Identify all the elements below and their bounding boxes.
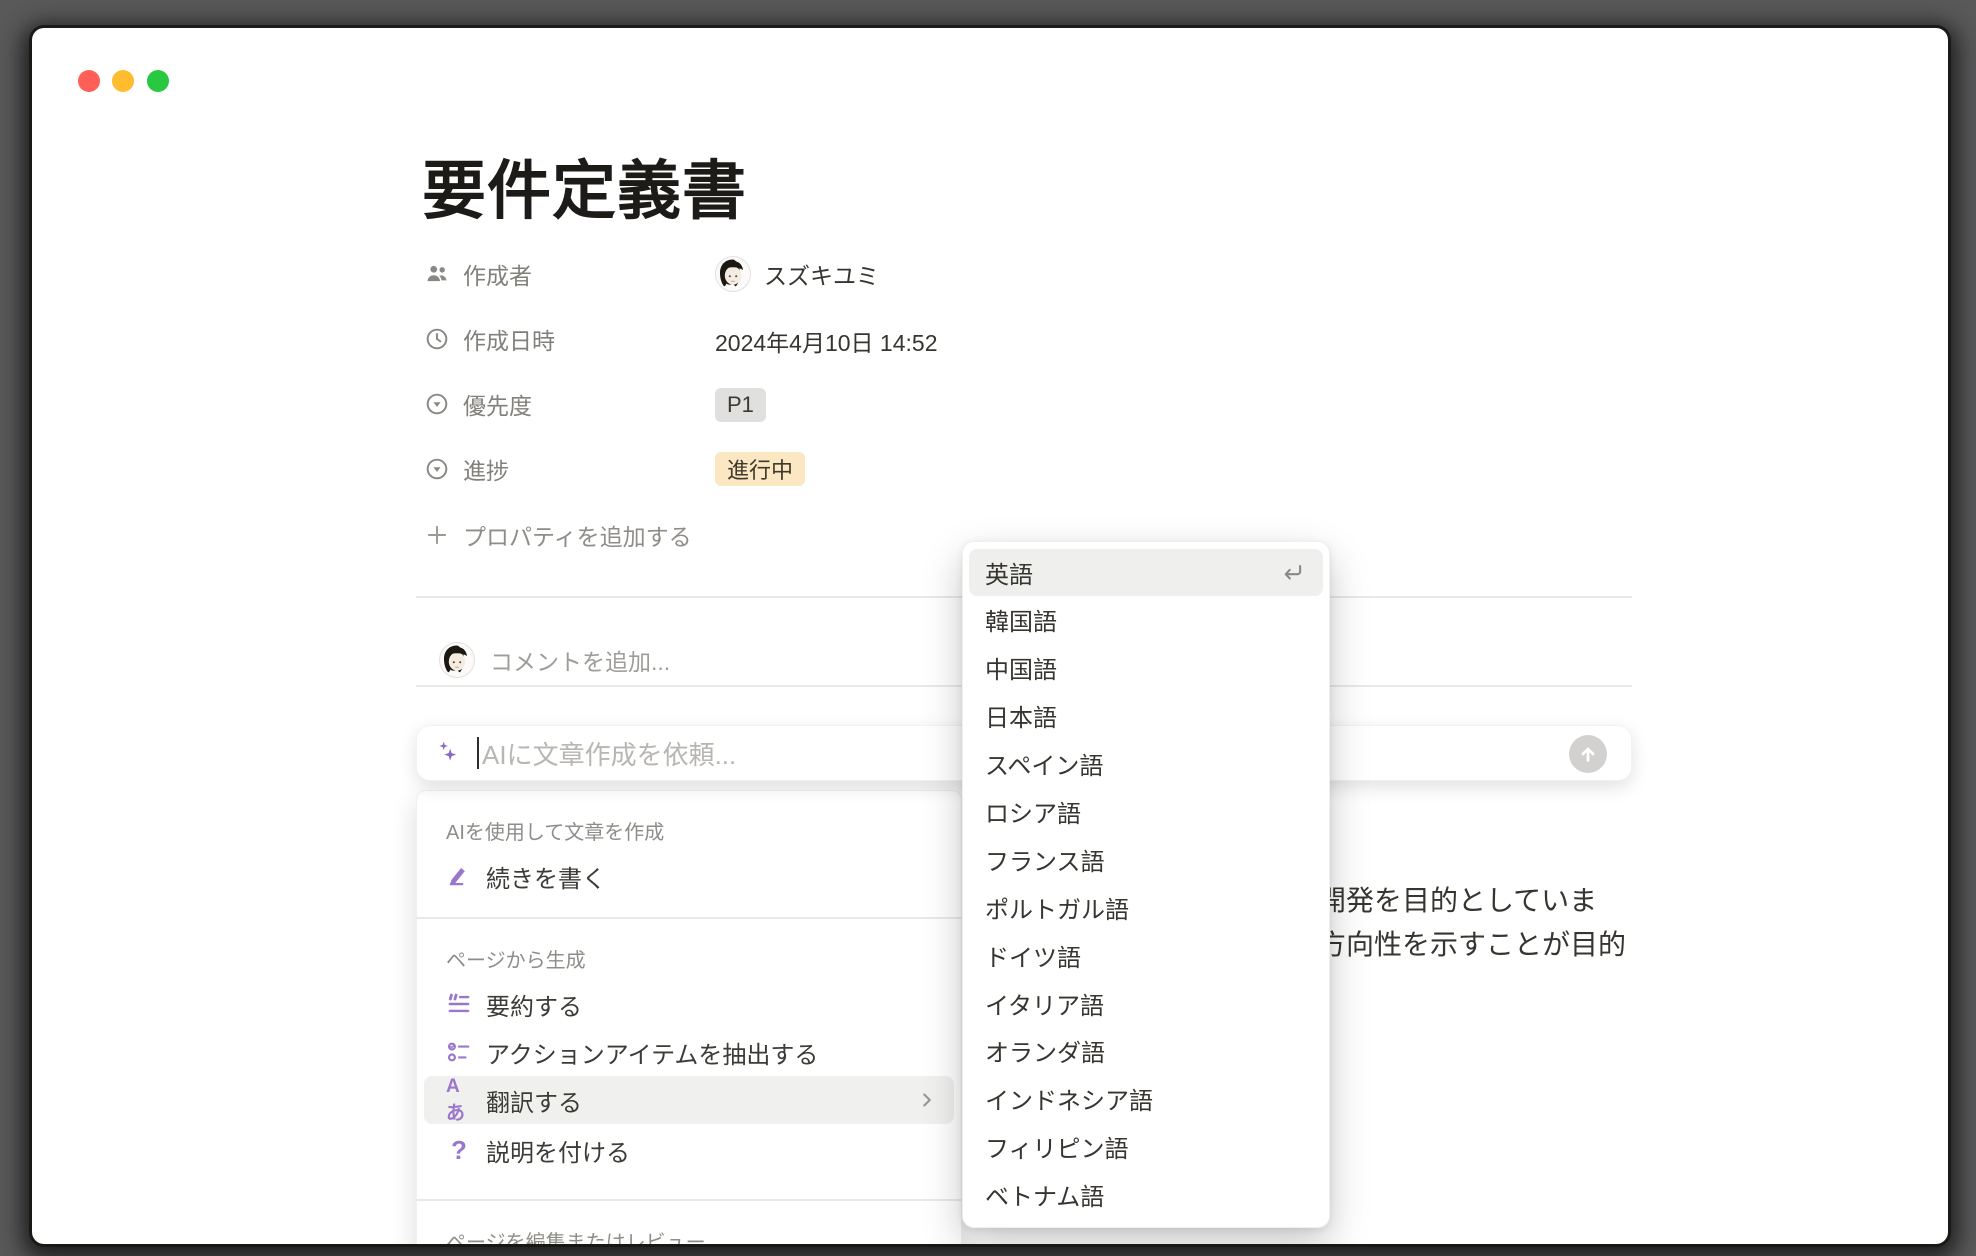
language-option-selected[interactable]: 英語 — [969, 549, 1323, 596]
tag-p1: P1 — [715, 388, 766, 422]
menu-item-label: 続きを書く — [486, 859, 606, 894]
priority-tag[interactable]: P1 — [715, 388, 766, 422]
language-option[interactable]: フィリピン語 — [963, 1123, 1329, 1171]
menu-item-continue-writing[interactable]: 続きを書く — [424, 852, 954, 900]
menu-divider — [416, 917, 962, 919]
add-property-button[interactable]: プロパティを追加する — [424, 518, 692, 552]
ai-menu-section-header: AIを使用して文章を作成 — [446, 816, 664, 845]
ai-menu-section-header: ページから生成 — [446, 944, 586, 973]
comment-placeholder: コメントを追加... — [490, 643, 670, 677]
property-row-author[interactable]: 作成者 — [424, 257, 532, 291]
ai-menu-section-header: ページを編集またはレビュー — [446, 1226, 706, 1244]
language-option-label: ポルトガル語 — [985, 890, 1129, 925]
language-option-label: 英語 — [985, 555, 1033, 590]
language-option-label: イタリア語 — [985, 986, 1104, 1021]
language-option-label: フランス語 — [985, 842, 1105, 877]
property-value-author[interactable]: スズキユミ — [715, 255, 879, 293]
language-option-label: フィリピン語 — [985, 1129, 1129, 1164]
ai-prompt-placeholder: AIに文章作成を依頼... — [482, 735, 736, 772]
menu-item-summarize[interactable]: 要約する — [424, 980, 954, 1028]
menu-item-label: 翻訳する — [486, 1083, 582, 1118]
select-circle-icon — [424, 456, 450, 482]
menu-item-label: 説明を付ける — [486, 1133, 630, 1168]
property-label: 作成者 — [463, 257, 532, 291]
property-label: 進捗 — [463, 452, 509, 486]
tag-in-progress: 進行中 — [715, 452, 805, 486]
language-option[interactable]: スペイン語 — [963, 740, 1329, 788]
property-row-priority[interactable]: 優先度 — [424, 387, 532, 421]
menu-item-label: 要約する — [486, 987, 582, 1022]
language-option-label: 日本語 — [985, 698, 1057, 733]
screenshot-stage: 要件定義書 作成者 スズキユミ — [0, 0, 1976, 1256]
language-option-label: ロシア語 — [985, 794, 1081, 829]
language-dropdown: 英語 韓国語 中国語 日本語 スペイン語 ロシア語 — [962, 541, 1330, 1228]
arrow-up-icon[interactable] — [1569, 735, 1607, 773]
property-label: 優先度 — [463, 387, 532, 421]
language-option[interactable]: ロシア語 — [963, 788, 1329, 836]
menu-divider — [416, 1199, 962, 1201]
page-body-line: 方向性を示すことが目的 — [1318, 923, 1626, 963]
language-option[interactable]: 中国語 — [963, 644, 1329, 692]
close-window-button[interactable] — [78, 70, 100, 92]
menu-item-label: アクションアイテムを抽出する — [486, 1035, 818, 1070]
language-option-label: スペイン語 — [985, 746, 1103, 781]
chevron-right-icon — [916, 1089, 938, 1111]
property-row-status[interactable]: 進捗 — [424, 452, 509, 486]
language-option[interactable]: イタリア語 — [963, 979, 1329, 1027]
property-row-created[interactable]: 作成日時 — [424, 322, 555, 356]
property-label: 作成日時 — [463, 322, 555, 356]
people-icon — [424, 261, 450, 287]
menu-item-explain[interactable]: ? 説明を付ける — [424, 1126, 954, 1174]
plus-icon — [424, 522, 450, 548]
select-circle-icon — [424, 391, 450, 417]
add-comment-row[interactable]: コメントを追加... — [439, 641, 670, 679]
clock-icon — [424, 326, 450, 352]
menu-item-extract-action-items[interactable]: アクションアイテムを抽出する — [424, 1028, 954, 1076]
language-option[interactable]: ベトナム語 — [963, 1171, 1329, 1219]
language-option[interactable]: オランダ語 — [963, 1027, 1329, 1075]
return-icon — [1279, 559, 1305, 585]
language-option-label: 韓国語 — [985, 602, 1057, 637]
menu-item-translate[interactable]: Aあ 翻訳する — [424, 1076, 954, 1124]
language-option[interactable]: インドネシア語 — [963, 1075, 1329, 1123]
language-option[interactable]: フランス語 — [963, 835, 1329, 883]
question-icon: ? — [446, 1137, 472, 1163]
language-option-list: 韓国語 中国語 日本語 スペイン語 ロシア語 フランス語 ポルトガル語 ドイツ語… — [963, 596, 1329, 1219]
status-tag[interactable]: 進行中 — [715, 452, 805, 486]
app-window: 要件定義書 作成者 スズキユミ — [32, 28, 1948, 1244]
zoom-window-button[interactable] — [147, 70, 169, 92]
language-option-label: ドイツ語 — [985, 938, 1081, 973]
language-option[interactable]: 日本語 — [963, 692, 1329, 740]
language-option[interactable]: ドイツ語 — [963, 931, 1329, 979]
language-option-label: オランダ語 — [985, 1033, 1105, 1068]
avatar — [439, 642, 475, 678]
minimize-window-button[interactable] — [112, 70, 134, 92]
summarize-icon — [446, 991, 472, 1017]
language-option-label: 中国語 — [985, 650, 1057, 685]
language-option[interactable]: 韓国語 — [963, 596, 1329, 644]
text-cursor — [477, 737, 479, 769]
created-datetime[interactable]: 2024年4月10日 14:52 — [715, 324, 938, 358]
page-body-line: 開発を目的としていま — [1318, 879, 1597, 919]
language-option[interactable]: ポルトガル語 — [963, 883, 1329, 931]
pencil-line-icon — [446, 863, 472, 889]
avatar — [715, 256, 751, 292]
translate-icon: Aあ — [446, 1087, 472, 1113]
language-option-label: インドネシア語 — [985, 1081, 1153, 1116]
language-option-label: ベトナム語 — [985, 1177, 1104, 1212]
author-name: スズキユミ — [764, 257, 879, 291]
ai-sparkle-icon — [435, 740, 461, 766]
action-items-icon — [446, 1039, 472, 1065]
add-property-label: プロパティを追加する — [463, 518, 692, 552]
page-title[interactable]: 要件定義書 — [422, 140, 747, 232]
